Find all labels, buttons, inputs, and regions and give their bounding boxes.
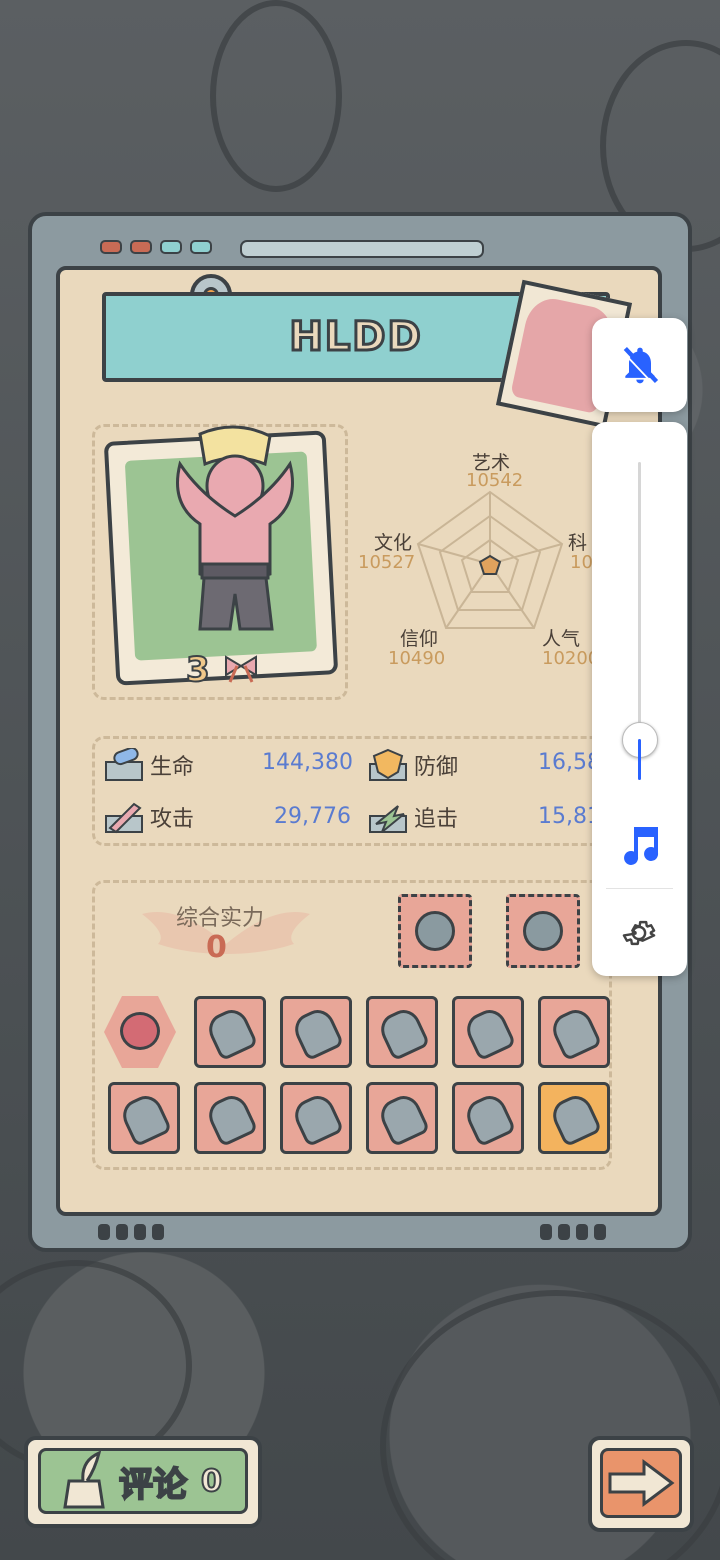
panel-slot xyxy=(240,240,484,258)
bell-off-icon xyxy=(621,346,658,386)
stat-attack-value: 29,776 xyxy=(274,804,351,829)
attr-art-value: 10542 xyxy=(466,470,524,491)
attr-popularity-label: 人气 xyxy=(542,628,581,650)
attr-culture-value: 10527 xyxy=(358,552,416,573)
panel-bolts-left xyxy=(98,1224,164,1240)
stat-attack: 攻击 xyxy=(104,800,194,834)
stat-hp-value: 144,380 xyxy=(262,750,353,775)
stat-defense-label: 防御 xyxy=(414,755,459,780)
bow-icon xyxy=(225,655,257,683)
panel-lights xyxy=(100,240,212,254)
ink-quill-icon xyxy=(63,1451,105,1509)
comment-button[interactable]: 评论 0 xyxy=(24,1436,262,1528)
stat-attack-label: 攻击 xyxy=(150,807,195,832)
character-portrait-icon xyxy=(176,425,294,631)
equip-slot-9[interactable] xyxy=(280,1082,352,1154)
equip-slot-7[interactable] xyxy=(108,1082,180,1154)
panel-bolts-right xyxy=(540,1224,606,1240)
attribute-radar: 艺术 10542 文化 10527 科 10 信仰 10490 人气 10200 xyxy=(350,440,610,680)
volume-fill xyxy=(638,738,641,780)
equip-slot-12[interactable] xyxy=(538,1082,610,1154)
arrow-right-icon xyxy=(608,1459,675,1507)
shield-icon xyxy=(369,748,407,781)
attr-faith-label: 信仰 xyxy=(400,628,439,650)
settings-gear-icon[interactable] xyxy=(618,912,660,954)
equip-slot-11[interactable] xyxy=(452,1082,524,1154)
overlay-divider xyxy=(606,888,673,889)
mute-notifications-button[interactable] xyxy=(592,318,687,412)
player-name: HLDD xyxy=(288,313,423,362)
equip-slot-10[interactable] xyxy=(366,1082,438,1154)
hp-pill-icon xyxy=(105,748,143,781)
comment-label: 评论 xyxy=(118,1464,188,1506)
rune-slot-1[interactable] xyxy=(398,894,472,968)
stat-pursuit: 追击 xyxy=(368,800,458,834)
equip-slot-4[interactable] xyxy=(366,996,438,1068)
pursuit-icon xyxy=(369,805,407,833)
equip-slot-5[interactable] xyxy=(452,996,524,1068)
music-note-icon[interactable] xyxy=(616,820,664,870)
volume-panel xyxy=(592,422,687,976)
equip-slot-2[interactable] xyxy=(194,996,266,1068)
rune-slot-2[interactable] xyxy=(506,894,580,968)
power-value: 0 xyxy=(206,930,227,965)
attr-culture-label: 文化 xyxy=(374,532,413,554)
equip-slot-8[interactable] xyxy=(194,1082,266,1154)
attack-icon xyxy=(105,802,143,834)
attr-popularity-value: 10200 xyxy=(542,648,600,669)
attr-faith-value: 10490 xyxy=(388,648,446,669)
equip-slot-6[interactable] xyxy=(538,996,610,1068)
stat-hp-label: 生命 xyxy=(150,755,195,780)
equip-slot-3[interactable] xyxy=(280,996,352,1068)
attr-science-value: 10 xyxy=(570,552,593,573)
next-button[interactable] xyxy=(588,1436,694,1532)
character-level: 3 xyxy=(185,649,211,691)
power-label: 综合实力 xyxy=(176,906,265,931)
stat-defense: 防御 xyxy=(368,748,458,782)
comment-count: 0 xyxy=(200,1463,223,1500)
stat-hp: 生命 xyxy=(104,748,194,782)
stat-pursuit-label: 追击 xyxy=(414,807,459,832)
attr-science-label: 科 xyxy=(568,532,588,554)
